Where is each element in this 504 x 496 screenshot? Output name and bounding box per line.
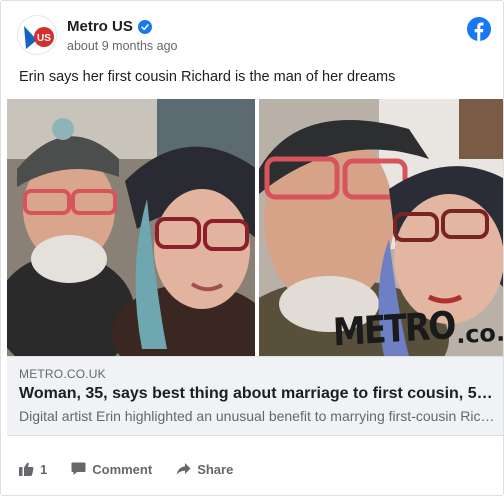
share-button[interactable]: Share [176, 462, 233, 477]
watermark-main: METRO [332, 302, 456, 355]
watermark-suffix: .co.uk [455, 316, 504, 350]
link-preview-info[interactable]: METRO.CO.UK Woman, 35, says best thing a… [7, 356, 503, 436]
page-name[interactable]: Metro US [67, 18, 152, 35]
like-button[interactable]: 1 [19, 462, 47, 477]
link-title[interactable]: Woman, 35, says best thing about marriag… [19, 385, 495, 403]
metro-watermark: METRO .co.uk [332, 302, 504, 354]
share-arrow-icon [176, 463, 191, 475]
post-timestamp[interactable]: about 9 months ago [67, 39, 178, 53]
facebook-post-card: US Metro US about 9 months ago Erin says… [0, 0, 504, 496]
share-label: Share [197, 461, 234, 477]
metro-us-logo-icon: US [18, 16, 56, 54]
svg-text:US: US [37, 33, 51, 44]
post-action-bar: 1 Comment Share [19, 453, 487, 485]
couple-photo-left [7, 99, 255, 356]
page-name-text[interactable]: Metro US [67, 18, 133, 35]
comment-bubble-icon [71, 462, 86, 475]
post-caption: Erin says her first cousin Richard is th… [19, 69, 396, 85]
comment-button[interactable]: Comment [71, 462, 152, 477]
page-avatar[interactable]: US [17, 15, 57, 55]
link-domain: METRO.CO.UK [19, 367, 106, 381]
link-description: Digital artist Erin highlighted an unusu… [19, 408, 495, 424]
like-count: 1 [40, 461, 48, 477]
thumbs-up-icon [19, 462, 34, 476]
facebook-logo-icon[interactable] [467, 17, 491, 41]
comment-label: Comment [92, 461, 153, 477]
verified-badge-icon [137, 19, 152, 34]
post-header: US Metro US about 9 months ago [17, 15, 491, 59]
